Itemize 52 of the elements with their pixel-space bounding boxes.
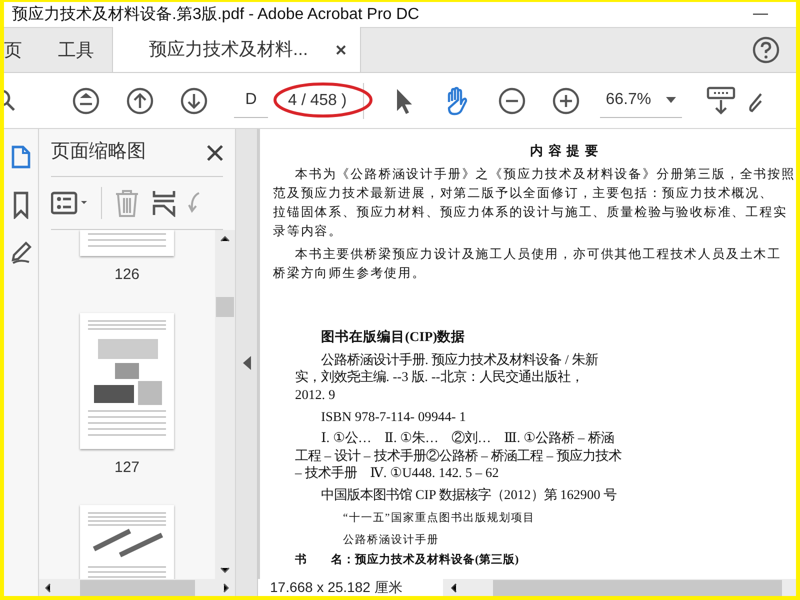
first-page-icon[interactable] [72,86,100,114]
options-icon[interactable] [51,191,89,215]
window-title: 预应力技术及材料设备.第3版.pdf - Adobe Acrobat Pro DC [12,4,420,24]
previous-page-icon[interactable] [126,86,154,114]
page-count: 4 / 458 ) [280,88,355,112]
book-info-line: 书 名：预应力技术及材料设备(第三版) [295,552,520,568]
section-heading: 图书在版编目(CIP)数据 [321,328,466,346]
scrollbar-thumb[interactable] [80,580,194,596]
scrollbar-thumb[interactable] [493,580,782,596]
tab[interactable]: 页 [4,28,40,72]
page-thumbnail[interactable] [80,230,174,256]
paragraph: 本书主要供桥梁预应力设计及施工人员使用，亦可供其他工程技术人员及土木工 桥梁方向师生参考使用。 [273,246,782,282]
paragraph: 本书为《公路桥涵设计手册》之《预应力技术及材料设备》分册第三版，全书按照 范及预应力技术最新进展，对第二版予以全面修订，主要包括：预应力技术概况、 拉锚固体系、预应力材料、预应力体系的设计与施工、质量检验与验收标准、工程实 录等内容。 [273,166,796,240]
pen-icon[interactable] [10,241,32,265]
download-icon[interactable] [706,86,736,116]
minimize-button[interactable]: — [753,3,768,26]
close-icon[interactable] [336,44,346,54]
close-icon[interactable] [207,144,223,160]
zoom-dropdown[interactable]: 66.7% [600,84,682,118]
vertical-scrollbar[interactable] [215,230,235,579]
paragraph: 公路桥涵设计手册 [343,532,440,548]
tab-label: 预应力技术及材料... [149,38,308,61]
scroll-right-icon[interactable] [223,582,229,592]
tab[interactable]: 工具 [40,28,112,72]
scroll-left-icon[interactable] [45,582,51,592]
collapse-icon[interactable] [242,356,250,370]
extract-icon[interactable] [152,189,176,217]
paragraph: ISBN 978-7-114- 09944- 1 [320,408,467,426]
bookmark-icon[interactable] [12,191,30,219]
scroll-up-icon[interactable] [220,236,230,242]
pages-icon[interactable] [11,143,31,169]
scroll-down-icon[interactable] [220,567,230,573]
page-number: 127 [114,458,140,478]
page-thumbnail[interactable] [80,312,174,448]
zoom-in-icon[interactable] [552,86,580,114]
next-page-icon[interactable] [180,86,208,114]
document-tab[interactable]: 预应力技术及材料... [112,27,362,72]
caret-icon [666,97,676,103]
page-size: 17.668 x 25.182 厘米 [258,579,443,596]
panel-title: 页面缩略图 [51,140,146,164]
paragraph: 公路桥涵设计手册. 预应力技术及材料设备 / 朱新 实，刘效尧主编. --3 版. --北京：人民交通出版社， 2012. 9 [295,350,600,404]
help-icon[interactable] [752,36,780,64]
section-title: 内 容 提 要 [530,142,600,160]
zoom-out-icon[interactable] [498,86,526,114]
paragraph: 中国版本图书馆 CIP 数据核字（2012）第 162900 号 [320,486,618,504]
paragraph: “十一五”国家重点图书出版规划项目 [343,510,536,526]
page-thumbnail[interactable] [80,505,174,579]
scroll-left-icon[interactable] [451,582,457,592]
scrollbar-thumb[interactable] [216,297,234,317]
horizontal-scrollbar[interactable] [39,579,235,596]
paragraph: Ⅰ. ①公… Ⅱ. ①朱… ②刘… Ⅲ. ①公路桥 – 桥涵 工程 – 设计 – 技术手册②公路桥 – 桥涵工程 – 预应力技术 – 技术手册 Ⅳ. ①U448. 142. 5 – 62 [295,429,623,482]
page-number: 126 [114,265,140,285]
